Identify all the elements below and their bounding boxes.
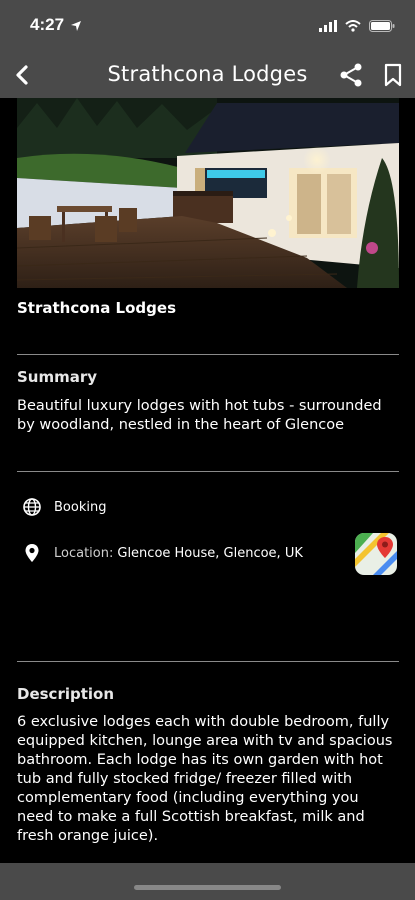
navigation-bar: Strathcona Lodges bbox=[0, 52, 415, 98]
location-label: Location: bbox=[54, 545, 114, 561]
location-row: Location: Glencoe House, Glencoe, UK bbox=[22, 543, 303, 563]
divider bbox=[17, 471, 399, 472]
summary-text: Beautiful luxury lodges with hot tubs - … bbox=[17, 398, 382, 433]
bottom-bar bbox=[0, 863, 415, 900]
home-indicator[interactable] bbox=[134, 885, 281, 890]
status-bar: 4:27 bbox=[0, 0, 415, 52]
location-pin-icon bbox=[22, 543, 42, 563]
divider bbox=[17, 354, 399, 355]
maps-app-icon[interactable] bbox=[355, 533, 397, 575]
description-title: Description bbox=[17, 685, 115, 703]
location-arrow-icon bbox=[70, 17, 82, 36]
bookmark-icon[interactable] bbox=[380, 62, 406, 88]
listing-name: Strathcona Lodges bbox=[17, 299, 177, 317]
booking-link[interactable]: Booking bbox=[54, 500, 106, 515]
hero-image bbox=[17, 98, 399, 288]
globe-icon bbox=[22, 497, 42, 517]
share-icon[interactable] bbox=[338, 62, 364, 88]
battery-icon bbox=[369, 17, 395, 36]
booking-row[interactable]: Booking bbox=[22, 497, 106, 517]
divider bbox=[17, 661, 399, 662]
summary-title: Summary bbox=[17, 368, 98, 386]
status-time: 4:27 bbox=[30, 15, 65, 34]
location-value: Glencoe House, Glencoe, UK bbox=[117, 545, 303, 561]
wifi-icon bbox=[345, 17, 361, 36]
description-text: 6 exclusive lodges each with double bedr… bbox=[17, 714, 393, 844]
signal-icon bbox=[319, 17, 337, 36]
